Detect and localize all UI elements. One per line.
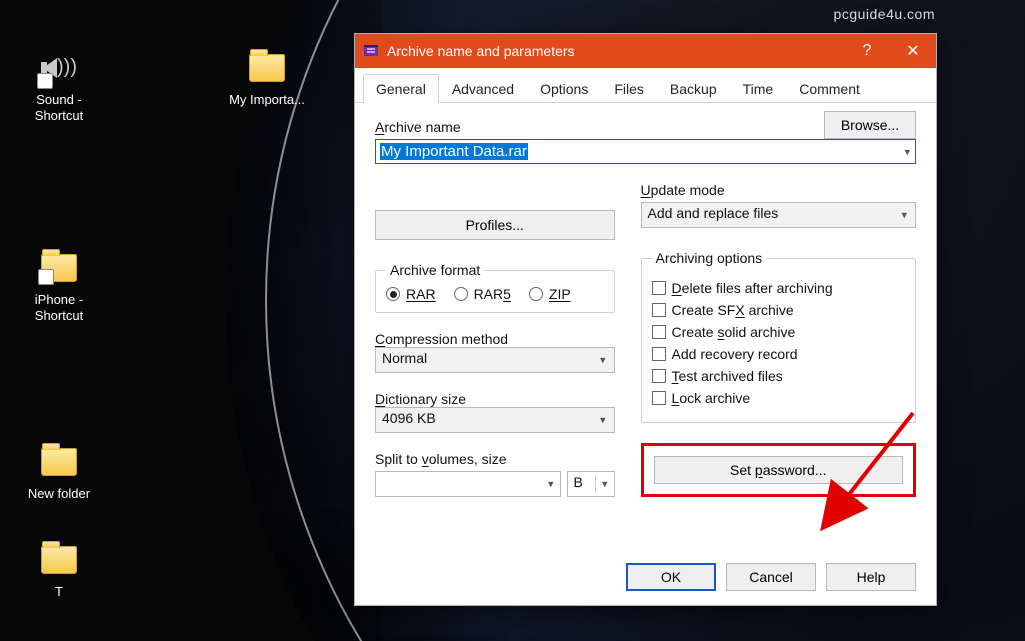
desktop-icon-label: Sound - Shortcut <box>14 92 104 123</box>
radio-icon <box>529 287 543 301</box>
ok-button[interactable]: OK <box>626 563 716 591</box>
archiving-options-group: Archiving options Delete files after arc… <box>641 250 916 423</box>
close-button[interactable]: ✕ <box>890 34 936 68</box>
compression-method-combo[interactable]: Normal ▾ <box>375 347 615 373</box>
folder-shortcut-icon <box>35 248 83 288</box>
checkbox-create-sfx[interactable]: Create SFX archive <box>652 302 905 318</box>
chevron-down-icon: ▾ <box>600 354 606 367</box>
archive-name-value: My Important Data.rar <box>380 143 528 160</box>
update-mode-label: Update mode <box>641 182 916 198</box>
profiles-label: Profiles... <box>466 217 524 233</box>
checkbox-add-recovery[interactable]: Add recovery record <box>652 346 905 362</box>
desktop-icon-label: T <box>14 584 104 600</box>
help-button-footer[interactable]: Help <box>826 563 916 591</box>
archiving-options-legend: Archiving options <box>652 250 767 266</box>
dictionary-size-combo[interactable]: 4096 KB ▾ <box>375 407 615 433</box>
update-mode-combo[interactable]: Add and replace files ▾ <box>641 202 916 228</box>
radio-icon <box>386 287 400 301</box>
radio-rar5[interactable]: RAR5 <box>454 286 511 302</box>
tab-files[interactable]: Files <box>601 74 657 103</box>
checkbox-delete-after-archiving[interactable]: Delete files after archiving <box>652 280 905 296</box>
desktop-icon-t[interactable]: T <box>14 540 104 600</box>
archive-name-combo[interactable]: My Important Data.rar ▾ <box>375 139 916 164</box>
checkbox-create-solid[interactable]: Create solid archive <box>652 324 905 340</box>
desktop-icon-label: My Importa... <box>222 92 312 108</box>
cancel-button[interactable]: Cancel <box>726 563 816 591</box>
desktop-icon-my-important[interactable]: My Importa... <box>222 48 312 108</box>
radio-zip[interactable]: ZIP <box>529 286 571 302</box>
dictionary-value: 4096 KB <box>382 410 436 426</box>
tab-comment[interactable]: Comment <box>786 74 873 103</box>
titlebar[interactable]: Archive name and parameters ? ✕ <box>355 34 936 68</box>
profiles-button[interactable]: Profiles... <box>375 210 615 240</box>
help-button[interactable]: ? <box>844 34 890 68</box>
split-unit-combo[interactable]: B ▾ <box>567 471 615 497</box>
archive-format-legend: Archive format <box>386 262 484 278</box>
desktop-icon-sound-shortcut[interactable]: ))) Sound - Shortcut <box>14 48 104 123</box>
chevron-down-icon: ▾ <box>548 478 554 491</box>
folder-icon <box>35 540 83 580</box>
archive-format-group: Archive format RAR RAR5 ZIP <box>375 262 615 313</box>
dialog-title: Archive name and parameters <box>387 43 844 59</box>
tab-backup[interactable]: Backup <box>657 74 730 103</box>
compression-method-label: Compression method <box>375 331 615 347</box>
desktop-icon-new-folder[interactable]: New folder <box>14 442 104 502</box>
checkbox-icon <box>652 303 666 317</box>
watermark-text: pcguide4u.com <box>834 6 935 22</box>
dialog-buttons: OK Cancel Help <box>355 553 936 605</box>
compression-value: Normal <box>382 350 427 366</box>
folder-icon <box>35 442 83 482</box>
browse-button[interactable]: Browse... <box>824 111 916 139</box>
checkbox-icon <box>652 369 666 383</box>
checkbox-icon <box>652 391 666 405</box>
set-password-button[interactable]: Set password... <box>654 456 903 484</box>
split-unit-value: B <box>574 474 583 490</box>
tab-options[interactable]: Options <box>527 74 601 103</box>
folder-icon <box>243 48 291 88</box>
desktop-icon-iphone-shortcut[interactable]: iPhone - Shortcut <box>14 248 104 323</box>
archive-dialog: Archive name and parameters ? ✕ General … <box>354 33 937 606</box>
split-volumes-label: Split to volumes, size <box>375 451 615 467</box>
chevron-down-icon: ▾ <box>602 478 608 491</box>
set-password-highlight: Set password... <box>641 443 916 497</box>
tab-time[interactable]: Time <box>730 74 787 103</box>
desktop-icon-label: New folder <box>14 486 104 502</box>
split-size-combo[interactable]: ▾ <box>375 471 561 497</box>
radio-icon <box>454 287 468 301</box>
desktop-icon-label: iPhone - Shortcut <box>14 292 104 323</box>
tab-bar: General Advanced Options Files Backup Ti… <box>355 68 936 103</box>
checkbox-test-archived[interactable]: Test archived files <box>652 368 905 384</box>
chevron-down-icon: ▾ <box>600 414 606 427</box>
checkbox-icon <box>652 281 666 295</box>
tab-general[interactable]: General <box>363 74 439 103</box>
winrar-icon <box>363 43 379 59</box>
checkbox-icon <box>652 325 666 339</box>
tab-advanced[interactable]: Advanced <box>439 74 527 103</box>
checkbox-icon <box>652 347 666 361</box>
chevron-down-icon: ▾ <box>901 209 907 222</box>
browse-label: Browse... <box>841 117 899 133</box>
speaker-icon: ))) <box>35 48 83 88</box>
checkbox-lock-archive[interactable]: Lock archive <box>652 390 905 406</box>
update-mode-value: Add and replace files <box>648 205 779 221</box>
dictionary-size-label: Dictionary size <box>375 391 615 407</box>
radio-rar[interactable]: RAR <box>386 286 436 302</box>
